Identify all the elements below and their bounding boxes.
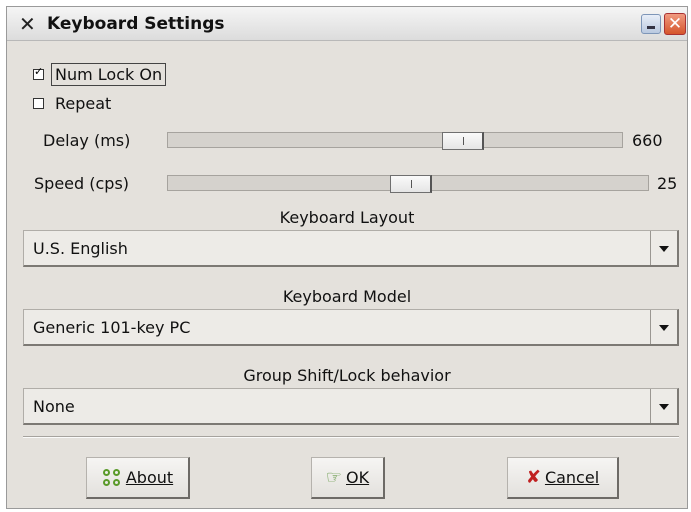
close-button[interactable]: ✕ xyxy=(664,13,686,35)
keyboard-model-value: Generic 101-key PC xyxy=(33,318,191,337)
window-title: Keyboard Settings xyxy=(47,14,225,34)
chevron-down-icon[interactable] xyxy=(650,231,677,265)
about-button-label: About xyxy=(125,468,174,487)
chevron-down-icon[interactable] xyxy=(650,310,677,344)
ok-button-label: OK xyxy=(346,468,370,487)
close-icon: ✕ xyxy=(667,14,683,34)
about-icon xyxy=(102,468,122,488)
repeat-label: Repeat xyxy=(55,93,112,113)
group-shift-value: None xyxy=(33,397,75,416)
speed-slider-handle[interactable] xyxy=(390,175,432,193)
about-button[interactable]: About xyxy=(86,457,190,499)
delay-label: Delay (ms) xyxy=(43,131,131,150)
cancel-button[interactable]: ✘ Cancel xyxy=(507,457,619,499)
group-shift-select[interactable]: None xyxy=(23,388,679,425)
speed-label: Speed (cps) xyxy=(34,174,130,193)
chevron-down-icon[interactable] xyxy=(650,389,677,423)
group-shift-label: Group Shift/Lock behavior xyxy=(243,366,451,385)
x-logo-icon: ✕ xyxy=(19,12,36,36)
keyboard-layout-value: U.S. English xyxy=(33,239,128,258)
keyboard-settings-window: ✕ Keyboard Settings ✕ Num Lock On Repeat… xyxy=(6,6,688,509)
delay-value: 660 xyxy=(632,131,663,150)
keyboard-layout-label: Keyboard Layout xyxy=(279,208,415,227)
cancel-button-label: Cancel xyxy=(544,468,600,487)
repeat-checkbox-row[interactable]: Repeat xyxy=(33,91,111,115)
delay-slider[interactable] xyxy=(167,132,623,150)
title-bar[interactable]: ✕ Keyboard Settings ✕ xyxy=(7,7,687,41)
delay-slider-handle[interactable] xyxy=(442,132,484,150)
speed-slider[interactable] xyxy=(167,175,649,193)
ok-hand-icon: ☞ xyxy=(325,467,343,488)
num-lock-label: Num Lock On xyxy=(51,62,167,86)
separator xyxy=(23,436,679,438)
keyboard-model-label: Keyboard Model xyxy=(282,287,412,306)
minimize-button[interactable] xyxy=(641,14,661,34)
ok-button[interactable]: ☞ OK xyxy=(311,457,385,499)
speed-value: 25 xyxy=(657,174,678,193)
keyboard-model-select[interactable]: Generic 101-key PC xyxy=(23,309,679,346)
keyboard-layout-select[interactable]: U.S. English xyxy=(23,230,679,267)
cancel-x-icon: ✘ xyxy=(525,467,541,488)
num-lock-checkbox-row[interactable]: Num Lock On xyxy=(33,62,167,86)
num-lock-checkbox[interactable] xyxy=(33,65,44,80)
repeat-checkbox[interactable] xyxy=(33,97,44,109)
